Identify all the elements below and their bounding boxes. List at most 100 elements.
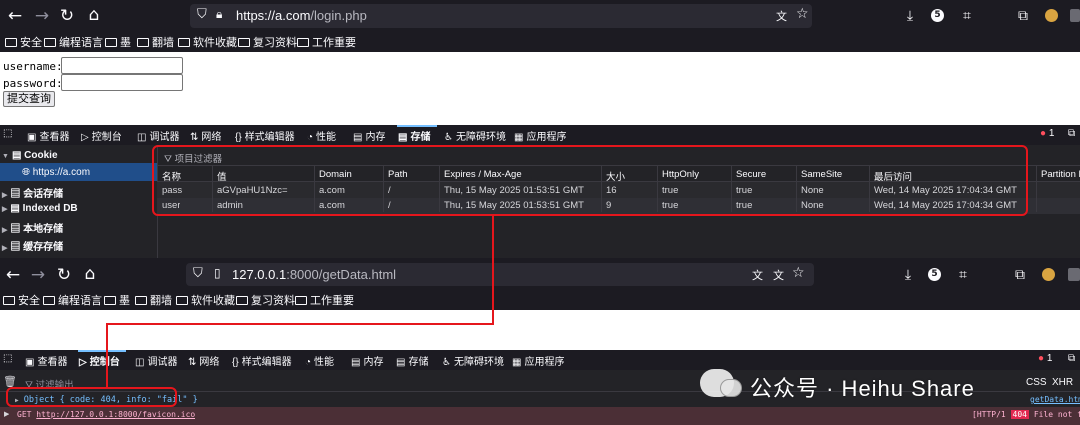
extension-avatar-icon[interactable] (1042, 268, 1055, 281)
url-bar[interactable]: ⛉ ▯ 127.0.0.1:8000/getData.html 文 文 ☆ (186, 263, 814, 286)
url-text[interactable]: 127.0.0.1:8000/getData.html (232, 267, 396, 282)
bookmark-folder[interactable]: 安全 (5, 34, 42, 50)
bookmark-folder[interactable]: 软件收藏 (178, 34, 237, 50)
translate-icon[interactable]: 文 (752, 267, 763, 283)
debugger-icon: ◫ (135, 357, 145, 368)
tab-debugger[interactable]: ◫ 调试器 (137, 128, 179, 143)
tab-performance[interactable]: ◔ 性能 (307, 128, 336, 143)
bookmark-star-icon[interactable]: ☆ (796, 6, 809, 22)
bookmark-label: 翻墙 (152, 37, 174, 49)
bookmark-folder[interactable]: 工作重要 (295, 292, 354, 308)
tab-accessibility[interactable]: ♿︎ 无障碍环境 (442, 353, 504, 368)
tab-storage[interactable]: ▤ 存储 (396, 353, 428, 368)
forward-arrow-icon[interactable]: → (28, 265, 48, 285)
url-bar[interactable]: ⛉ 🔒︎ https://a.com/login.php 文 ☆ (190, 4, 812, 28)
bookmark-folder[interactable]: 复习资料 (238, 34, 297, 50)
password-field[interactable] (61, 74, 183, 91)
home-icon[interactable]: ⌂ (84, 5, 104, 25)
tab-network[interactable]: ⇅ 网络 (190, 128, 221, 143)
collapse-triangle-icon: ▶ (2, 245, 8, 252)
error-expand-icon[interactable]: ▶ (4, 410, 9, 418)
shield-icon[interactable]: ⛉ (193, 266, 203, 281)
folder-icon (176, 296, 188, 305)
tab-memory[interactable]: ▤ 内存 (351, 353, 383, 368)
tab-style-editor[interactable]: {} 样式编辑器 (235, 128, 295, 143)
dock-options-icon[interactable]: ⧉ (1068, 353, 1075, 364)
username-field[interactable] (61, 57, 183, 74)
page-icon[interactable]: ▯ (214, 266, 221, 280)
submit-button[interactable]: 提交查询 (3, 91, 55, 107)
pick-element-icon[interactable]: ⬚ (3, 353, 12, 364)
storage-icon: ▤ (398, 132, 408, 143)
bookmark-folder[interactable]: 工作重要 (297, 34, 356, 50)
error-counter[interactable]: ● 1 (1038, 353, 1052, 364)
bookmark-folder[interactable]: 编程语言 (43, 292, 102, 308)
tab-console[interactable]: ▷ 控制台 (81, 128, 122, 143)
reader-translate-icon[interactable]: 文 (773, 267, 784, 283)
tree-cache-storage[interactable]: ▶ ▤ 缓存存储 (2, 238, 63, 253)
tab-debugger[interactable]: ◫ 调试器 (135, 353, 177, 368)
bookmark-folder[interactable]: 复习资料 (236, 292, 295, 308)
reload-icon[interactable]: ↻ (54, 265, 74, 285)
error-url[interactable]: http://127.0.0.1:8000/favicon.ico (36, 410, 195, 419)
bookmark-label: 安全 (18, 295, 40, 307)
crop-icon[interactable]: ⌗ (953, 265, 973, 285)
browser1-toolbar: ← → ↻ ⌂ ⛉ 🔒︎ https://a.com/login.php 文 ☆… (0, 0, 1080, 32)
back-arrow-icon[interactable]: ← (5, 6, 25, 26)
tree-label: 本地存储 (23, 224, 64, 235)
error-request[interactable]: GET http://127.0.0.1:8000/favicon.ico (17, 410, 195, 419)
back-arrow-icon[interactable]: ← (3, 265, 23, 285)
extensions-icon[interactable]: ⧉ (1010, 265, 1030, 285)
tab-accessibility[interactable]: ♿︎ 无障碍环境 (444, 128, 506, 143)
pick-element-icon[interactable]: ⬚ (3, 128, 12, 139)
url-text[interactable]: https://a.com/login.php (236, 8, 367, 23)
extension-icon-2[interactable] (1070, 9, 1080, 22)
tree-local-storage[interactable]: ▶ ▤ 本地存储 (2, 220, 63, 235)
bookmark-folder[interactable]: 编程语言 (44, 34, 103, 50)
tab-memory[interactable]: ▤ 内存 (353, 128, 385, 143)
bookmark-star-icon[interactable]: ☆ (792, 265, 805, 281)
reload-icon[interactable]: ↻ (57, 6, 77, 26)
bookmark-folder[interactable]: 翻墙 (135, 292, 172, 308)
tree-cookie[interactable]: ▼ ▤ Cookie (2, 150, 58, 161)
error-counter[interactable]: ● 1 (1040, 128, 1054, 139)
tab-inspector[interactable]: ▣ 查看器 (25, 353, 67, 368)
column-header[interactable]: Partition K (1041, 169, 1080, 180)
tree-cookie-host[interactable]: 🌐︎ https://a.com (22, 167, 90, 178)
translate-icon[interactable]: 文 (776, 8, 787, 24)
download-badge[interactable]: 5 (928, 268, 941, 281)
dock-options-icon[interactable]: ⧉ (1068, 128, 1075, 139)
tab-storage[interactable]: ▤ 存储 (398, 128, 430, 143)
tab-network[interactable]: ⇅ 网络 (188, 353, 219, 368)
home-icon[interactable]: ⌂ (80, 264, 100, 284)
bookmark-folder[interactable]: 翻墙 (137, 34, 174, 50)
tab-performance[interactable]: ◔ 性能 (305, 353, 334, 368)
bookmark-label: 安全 (20, 37, 42, 49)
bookmark-folder[interactable]: 墨 (104, 292, 130, 308)
watermark: 公众号 · Heihu Share (700, 365, 1040, 405)
folder-icon (43, 296, 55, 305)
extension-avatar-icon[interactable] (1045, 9, 1058, 22)
tab-application[interactable]: ▦ 应用程序 (514, 128, 566, 143)
tab-style-editor[interactable]: {} 样式编辑器 (232, 353, 292, 368)
tab-application[interactable]: ▦ 应用程序 (512, 353, 564, 368)
download-badge[interactable]: 5 (931, 9, 944, 22)
shield-icon[interactable]: ⛉ (197, 7, 207, 22)
tab-console[interactable]: ▷ 控制台 (79, 353, 120, 368)
tree-indexeddb[interactable]: ▶ ▤ Indexed DB (2, 203, 78, 214)
filter-xhr[interactable]: XHR (1052, 377, 1073, 388)
forward-arrow-icon[interactable]: → (32, 6, 52, 26)
performance-icon: ◔ (305, 357, 312, 368)
lock-icon[interactable]: 🔒︎ (216, 7, 222, 22)
extension-icon-2[interactable] (1068, 268, 1080, 281)
bookmark-folder[interactable]: 软件收藏 (176, 292, 235, 308)
bookmark-folder[interactable]: 墨 (105, 34, 131, 50)
tab-inspector[interactable]: ▣ 查看器 (27, 128, 69, 143)
storage-icon: ▤ (10, 224, 21, 235)
tree-session-storage[interactable]: ▶ ▤ 会话存储 (2, 185, 63, 200)
downloads-icon[interactable]: ⤓ (898, 265, 918, 285)
downloads-icon[interactable]: ⤓ (900, 6, 920, 26)
bookmark-folder[interactable]: 安全 (3, 292, 40, 308)
extensions-icon[interactable]: ⧉ (1013, 6, 1033, 26)
crop-icon[interactable]: ⌗ (957, 6, 977, 26)
